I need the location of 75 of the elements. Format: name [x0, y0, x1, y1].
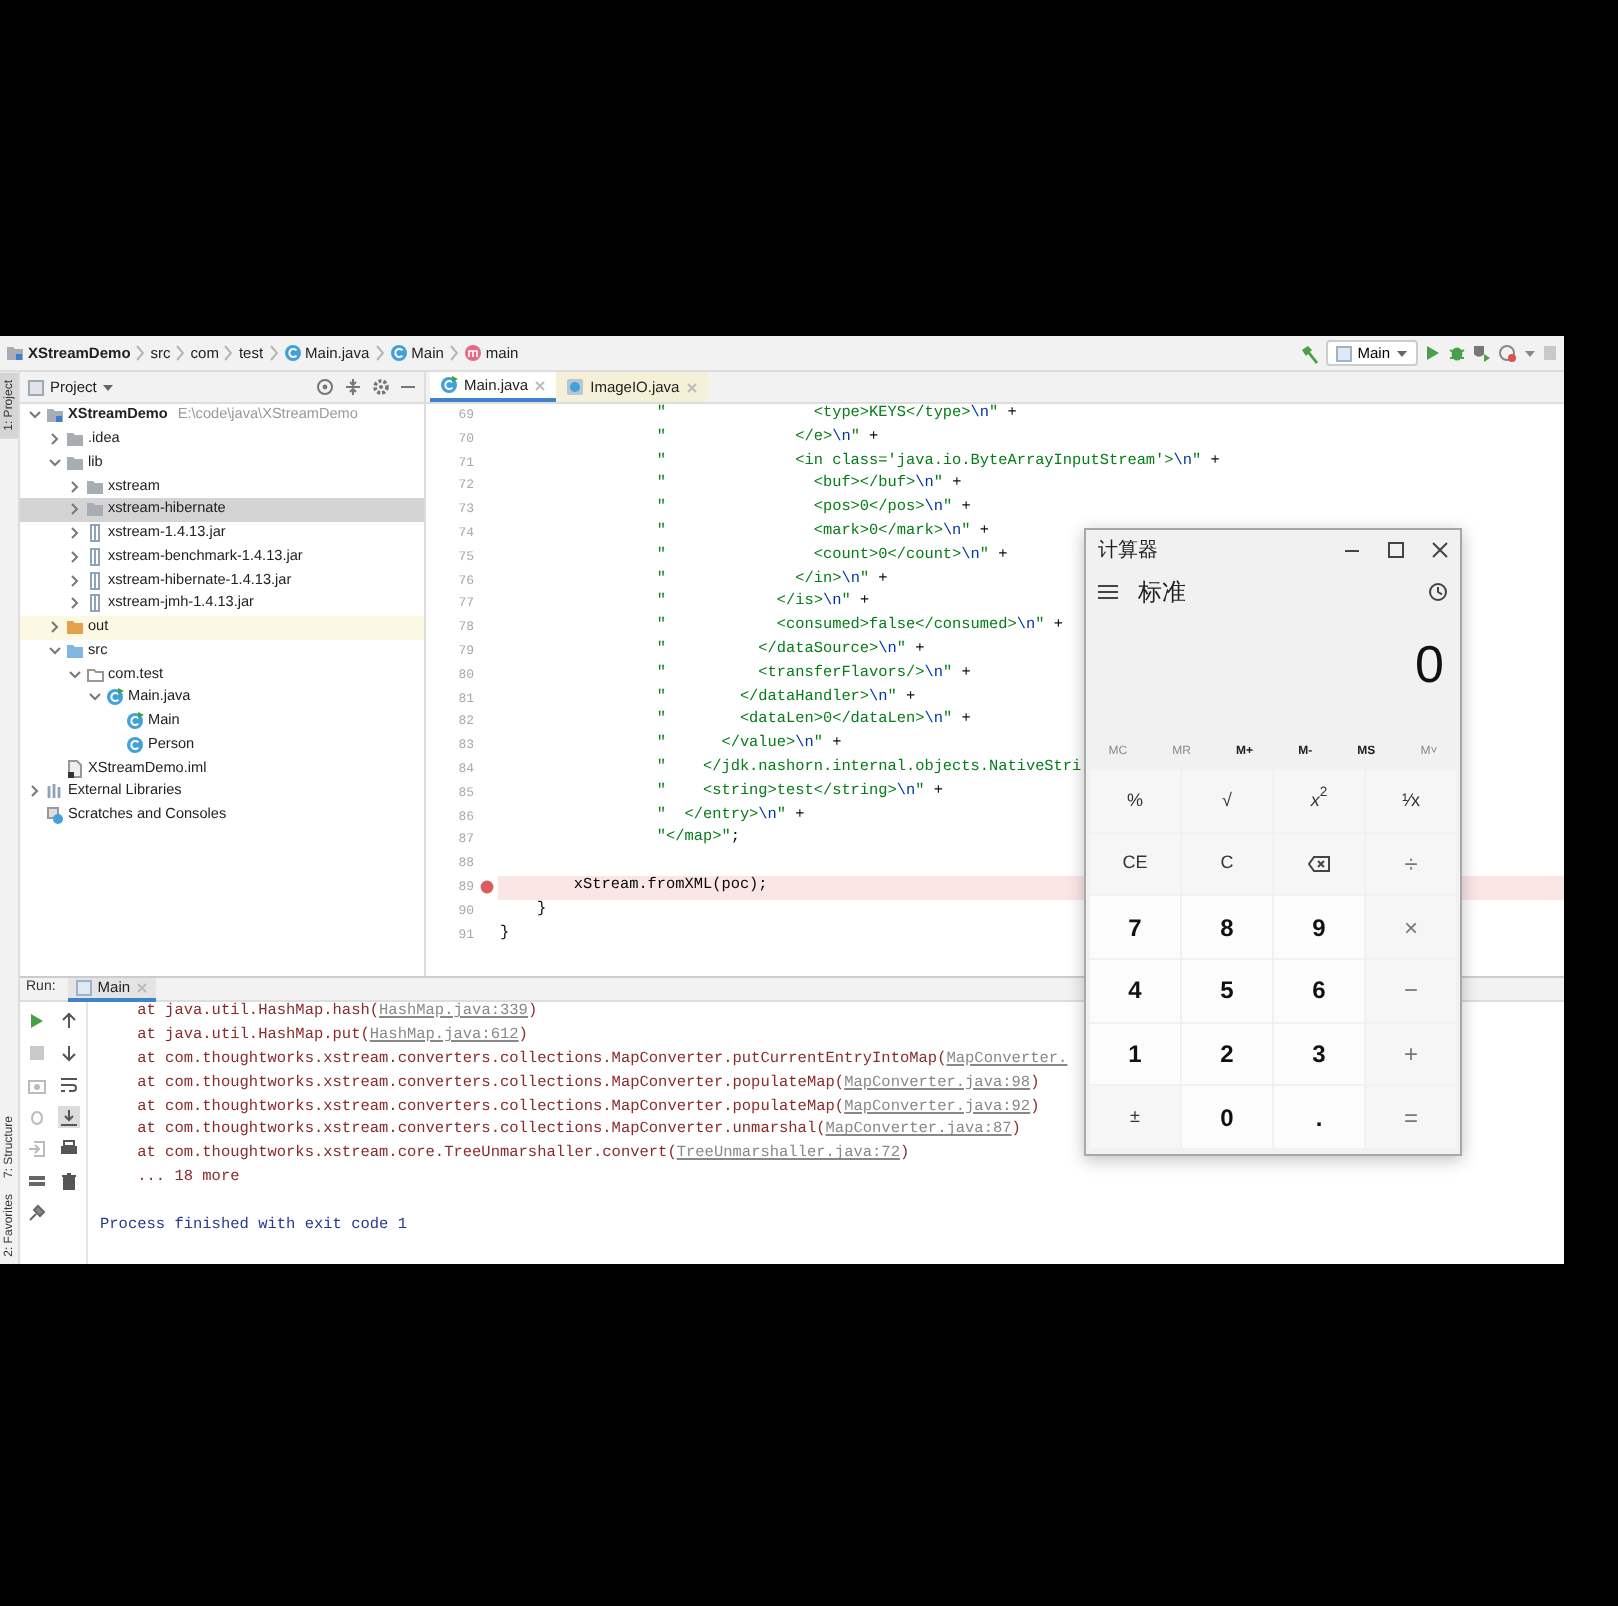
- digit-key[interactable]: 2: [1182, 1023, 1272, 1085]
- function-key[interactable]: CE: [1090, 833, 1180, 895]
- digit-key[interactable]: 5: [1182, 959, 1272, 1022]
- digit-key[interactable]: 6: [1274, 959, 1364, 1022]
- digit-key[interactable]: 4: [1090, 959, 1180, 1022]
- jar-icon: [86, 524, 104, 543]
- operator-key[interactable]: =: [1366, 1086, 1456, 1148]
- history-icon[interactable]: [1428, 582, 1448, 602]
- function-key[interactable]: √: [1182, 770, 1272, 832]
- arrow-up-icon[interactable]: [60, 1012, 79, 1030]
- menu-icon[interactable]: [1098, 584, 1118, 600]
- operator-key[interactable]: +: [1366, 1023, 1456, 1085]
- operator-key[interactable]: −: [1366, 959, 1456, 1022]
- print-icon[interactable]: [60, 1140, 79, 1158]
- chevron-icon: [269, 344, 278, 362]
- function-key[interactable]: ±: [1090, 1086, 1180, 1148]
- function-key[interactable]: C: [1182, 833, 1272, 895]
- jar-icon: [86, 571, 104, 590]
- jar-icon: [86, 594, 104, 613]
- class-icon: [389, 344, 408, 362]
- trash-icon[interactable]: [60, 1172, 79, 1190]
- chevron-icon: [449, 344, 458, 362]
- digit-key[interactable]: 1: [1090, 1023, 1180, 1085]
- chevron-icon: [176, 344, 185, 362]
- class-icon: [126, 735, 144, 754]
- function-key[interactable]: ¹⁄x: [1366, 770, 1456, 832]
- mode-title: 标准: [1138, 576, 1188, 610]
- target-icon[interactable]: [316, 378, 334, 396]
- shield-icon[interactable]: [1472, 344, 1492, 362]
- file-icon: [66, 759, 84, 778]
- scroll-end-icon[interactable]: [60, 1108, 79, 1126]
- backspace-key[interactable]: [1274, 833, 1364, 895]
- class-icon: [126, 712, 144, 731]
- class-icon: [440, 376, 458, 394]
- display-value: 0: [1413, 632, 1446, 698]
- settings-icon[interactable]: [372, 378, 390, 396]
- chevron-icon: [375, 344, 384, 362]
- jar-icon: [86, 547, 104, 566]
- arrow-down-icon[interactable]: [60, 1044, 79, 1062]
- config-icon: [1335, 345, 1352, 361]
- hammer-icon[interactable]: [1299, 343, 1320, 363]
- caret-icon: [1396, 347, 1408, 359]
- pin-icon[interactable]: [27, 1204, 46, 1222]
- method-icon: [463, 344, 482, 362]
- chevron-icon: [224, 344, 233, 362]
- window-title: 计算器: [1098, 537, 1160, 565]
- digit-key[interactable]: 9: [1274, 896, 1364, 958]
- function-key[interactable]: %: [1090, 770, 1180, 832]
- class-icon: [566, 378, 585, 396]
- digit-key[interactable]: .: [1274, 1086, 1364, 1148]
- close-icon[interactable]: [1432, 542, 1448, 558]
- library-icon: [46, 782, 64, 801]
- class-icon: [106, 688, 124, 707]
- chevron-icon: [136, 344, 145, 362]
- folder-icon: [46, 406, 64, 425]
- folder-icon: [6, 344, 24, 362]
- caret-icon: [102, 381, 115, 393]
- run-icon[interactable]: [1424, 344, 1442, 362]
- collapse-icon[interactable]: [344, 378, 362, 396]
- maximize-icon[interactable]: [1388, 542, 1404, 558]
- digit-key[interactable]: 7: [1090, 896, 1180, 958]
- digit-key[interactable]: 8: [1182, 896, 1272, 958]
- config-icon: [75, 979, 92, 995]
- wrap-icon[interactable]: [60, 1076, 79, 1094]
- backspace-icon: [1308, 855, 1330, 872]
- run-icon[interactable]: [27, 1012, 46, 1030]
- digit-key[interactable]: 3: [1274, 1023, 1364, 1085]
- scratch-icon: [46, 806, 64, 825]
- operator-key[interactable]: ×: [1366, 896, 1456, 958]
- function-key[interactable]: x$^{2}$: [1274, 770, 1364, 832]
- panel-icon: [28, 379, 44, 395]
- class-icon: [283, 344, 302, 362]
- operator-key[interactable]: ÷: [1366, 833, 1456, 895]
- caret-icon[interactable]: [1524, 347, 1536, 359]
- digit-key[interactable]: 0: [1182, 1086, 1272, 1148]
